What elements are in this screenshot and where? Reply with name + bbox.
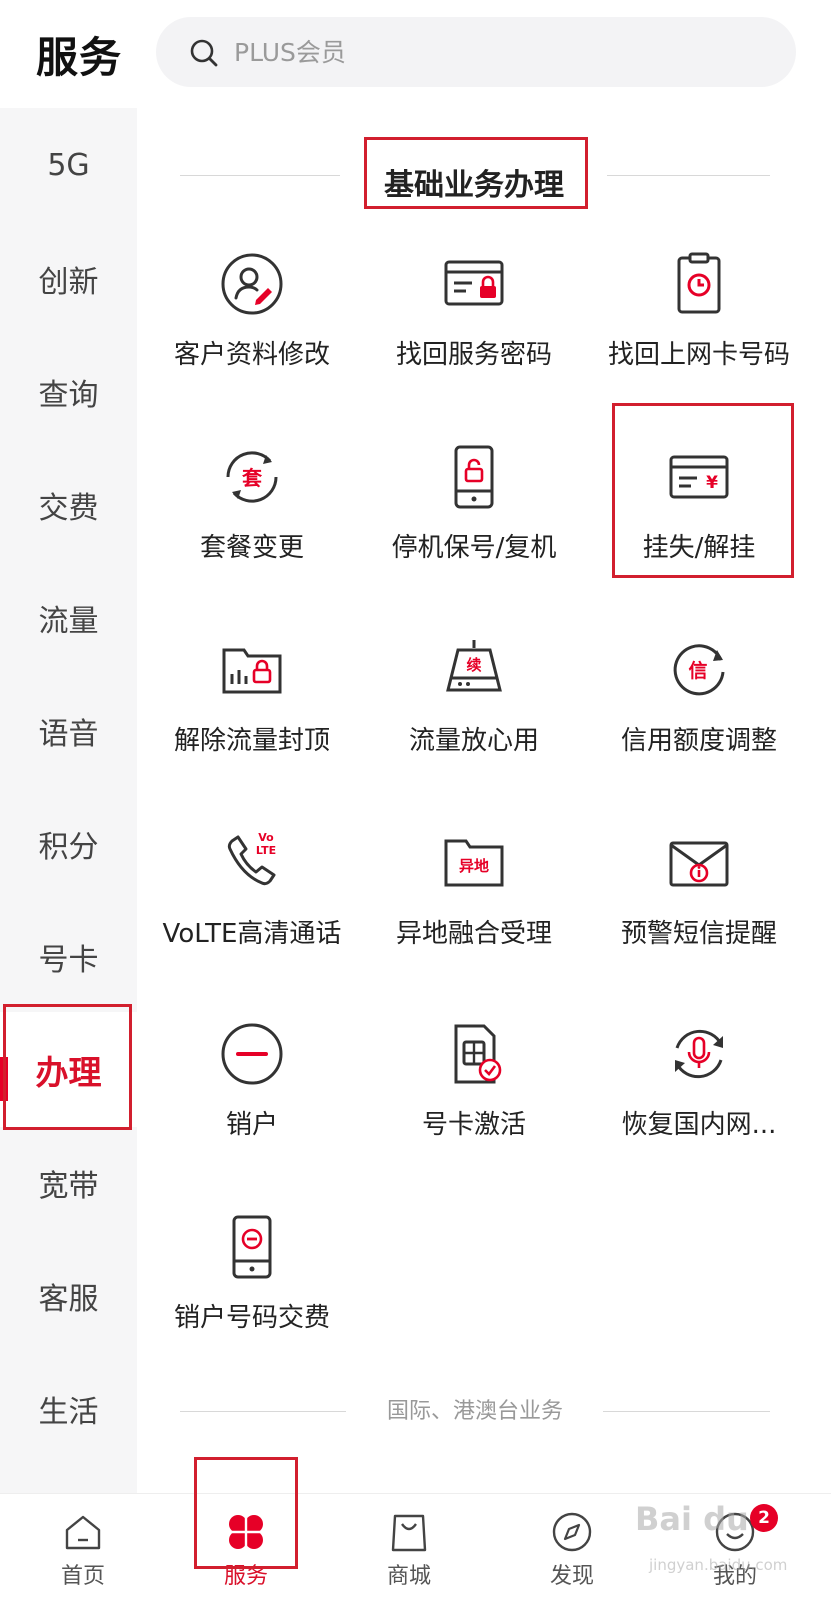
volte-phone-icon: Vo LTE: [227, 831, 276, 886]
nav-home[interactable]: 首页: [0, 1494, 166, 1600]
tile-label: 挂失/解挂: [642, 533, 756, 563]
search-input[interactable]: [234, 29, 754, 75]
card-lock-icon: [444, 260, 504, 306]
tile-retrieve-data-card-number[interactable]: 找回上网卡号码: [584, 248, 814, 428]
tile-suspend-resume[interactable]: 停机保号/复机: [359, 441, 589, 621]
tile-label: 客户资料修改: [173, 340, 330, 370]
clipboard-clock-icon: [677, 252, 721, 314]
category-sidebar: 5G 创新 查询 交费 流量 语音 积分 号卡 办理 宽带 客服 生活: [0, 108, 137, 1493]
main-content: 基础业务办理 客户资料修改 找回服务密码 找回上网卡号码 套 套餐变更 停机保号…: [137, 108, 831, 1493]
sidebar-item-data[interactable]: 流量: [0, 560, 137, 675]
nav-service[interactable]: 服务: [163, 1494, 329, 1600]
baidu-watermark: Bai du jingyan.baidu.com: [635, 1500, 788, 1574]
svg-text:异地: 异地: [459, 857, 489, 875]
search-box[interactable]: [156, 17, 796, 87]
tile-closed-number-payment[interactable]: 销户号码交费: [137, 1211, 367, 1391]
tile-label: 套餐变更: [199, 533, 304, 563]
nav-label: 商城: [386, 1564, 431, 1589]
header: 服务: [0, 0, 831, 108]
tile-restore-domestic-network[interactable]: 恢复国内网...: [584, 1018, 814, 1198]
home-icon: [65, 1515, 101, 1550]
tile-label: 找回上网卡号码: [607, 340, 790, 370]
sidebar-item-service[interactable]: 客服: [0, 1238, 137, 1353]
router-icon: 续: [446, 640, 502, 692]
tile-label: 找回服务密码: [395, 340, 552, 370]
sidebar-item-voice[interactable]: 语音: [0, 673, 137, 788]
tile-worry-free-data[interactable]: 续 流量放心用: [359, 634, 589, 814]
compass-icon: [552, 1512, 592, 1552]
tile-remote-integration[interactable]: 异地 异地融合受理: [359, 827, 589, 1007]
tile-label: 销户号码交费: [173, 1303, 330, 1333]
sidebar-item-points[interactable]: 积分: [0, 786, 137, 901]
tile-label: 信用额度调整: [620, 726, 777, 756]
sim-check-icon: [454, 1024, 502, 1084]
divider-left: [180, 1411, 346, 1412]
phone-lock-icon: [454, 445, 494, 509]
tile-label: 恢复国内网...: [621, 1110, 777, 1140]
divider-right: [603, 1411, 770, 1412]
minus-circle-icon: [221, 1023, 283, 1085]
svg-text:套: 套: [242, 466, 262, 490]
sidebar-item-broadband[interactable]: 宽带: [0, 1125, 137, 1240]
svg-text:Vo: Vo: [258, 831, 274, 844]
sidebar-item-life[interactable]: 生活: [0, 1351, 137, 1466]
active-indicator: [0, 1057, 8, 1101]
tile-label: VoLTE高清通话: [162, 919, 342, 949]
user-edit-icon: [221, 253, 283, 315]
folder-remote-icon: 异地: [444, 839, 504, 887]
tile-sim-activation[interactable]: 号卡激活: [359, 1018, 589, 1198]
sidebar-item-payment[interactable]: 交费: [0, 447, 137, 562]
tile-label: 停机保号/复机: [391, 533, 557, 563]
nav-label: 发现: [549, 1564, 594, 1589]
tile-report-loss[interactable]: ¥ 挂失/解挂: [584, 441, 814, 621]
tile-customer-info-edit[interactable]: 客户资料修改: [137, 248, 367, 428]
divider-left: [180, 175, 340, 176]
svg-text:续: 续: [466, 656, 481, 674]
sidebar-item-query[interactable]: 查询: [0, 334, 137, 449]
card-yen-icon: ¥: [669, 455, 729, 499]
sidebar-item-innovation[interactable]: 创新: [0, 221, 137, 336]
sidebar-item-sim[interactable]: 号卡: [0, 899, 137, 1014]
tile-remove-data-cap[interactable]: 解除流量封顶: [137, 634, 367, 814]
nav-label: 服务: [223, 1564, 268, 1589]
tile-volte-hd-call[interactable]: Vo LTE VoLTE高清通话: [137, 827, 367, 1007]
svg-text:¥: ¥: [706, 473, 718, 493]
tile-credit-limit-adjust[interactable]: 信 信用额度调整: [584, 634, 814, 814]
phone-minus-icon: [232, 1215, 272, 1279]
tile-retrieve-service-password[interactable]: 找回服务密码: [359, 248, 589, 428]
tile-label: 预警短信提醒: [620, 919, 777, 949]
nav-discover[interactable]: 发现: [489, 1494, 655, 1600]
svg-text:信: 信: [688, 659, 707, 682]
tile-warning-sms[interactable]: 预警短信提醒: [584, 827, 814, 1007]
tile-close-account[interactable]: 销户: [137, 1018, 367, 1198]
tile-label: 销户: [225, 1110, 278, 1140]
envelope-alert-icon: [669, 841, 729, 887]
folder-chart-lock-icon: [222, 648, 282, 694]
tile-package-change[interactable]: 套 套餐变更: [137, 441, 367, 621]
section-title: 基础业务办理: [384, 168, 564, 203]
package-change-icon: 套: [226, 451, 278, 503]
svg-text:LTE: LTE: [256, 844, 276, 857]
clover-icon: [228, 1514, 264, 1550]
divider-right: [607, 175, 770, 176]
tile-label: 解除流量封顶: [173, 726, 330, 756]
nav-mall[interactable]: 商城: [326, 1494, 492, 1600]
sub-section-title: 国际、港澳台业务: [387, 1399, 564, 1424]
tile-label: 异地融合受理: [395, 919, 552, 949]
sidebar-item-5g[interactable]: 5G: [0, 108, 137, 223]
credit-refresh-icon: 信: [673, 644, 725, 696]
shopping-bag-icon: [391, 1514, 427, 1552]
mic-refresh-icon: [675, 1029, 723, 1079]
tile-label: 流量放心用: [408, 726, 539, 756]
search-icon: [190, 39, 218, 67]
sidebar-item-handle[interactable]: 办理: [0, 1012, 137, 1127]
nav-label: 首页: [60, 1564, 105, 1589]
tile-label: 号卡激活: [421, 1110, 526, 1140]
page-title: 服务: [36, 33, 123, 82]
